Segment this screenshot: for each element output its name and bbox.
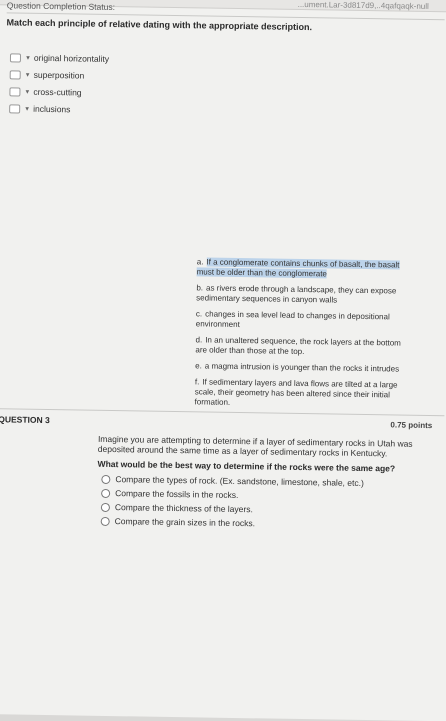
match-item-label: inclusions xyxy=(33,103,71,115)
question3-prompt: Imagine you are attempting to determine … xyxy=(97,433,413,459)
match-select[interactable] xyxy=(9,104,21,114)
answer-c: c. changes in sea level lead to changes i… xyxy=(195,309,390,330)
match-select[interactable] xyxy=(9,70,21,80)
answer-d: d. In an unaltered sequence, the rock lay… xyxy=(195,335,401,357)
answer-list: a. If a conglomerate contains chunks of b… xyxy=(194,257,406,416)
option-grain-size[interactable]: Compare the grain sizes in the rocks. xyxy=(100,516,255,529)
radio-button[interactable] xyxy=(100,503,110,513)
points-label: 0.75 points xyxy=(390,420,433,431)
radio-button[interactable] xyxy=(101,489,111,499)
url-fragment: ...ument.Lar-3d817d9,..4qafqaqk-null xyxy=(297,0,429,11)
question3-heading: QUESTION 3 xyxy=(0,414,50,426)
question3-ask: What would be the best way to determine … xyxy=(97,458,396,474)
match-select[interactable] xyxy=(9,53,22,63)
option-rock-types[interactable]: Compare the types of rock. (Ex. sandston… xyxy=(101,474,364,488)
match-select[interactable] xyxy=(9,87,21,97)
completion-status: Question Completion Status: xyxy=(6,0,116,13)
match-item-label: superposition xyxy=(33,69,85,81)
option-fossils[interactable]: Compare the fossils in the rocks. xyxy=(101,488,239,500)
answer-a: a. If a conglomerate contains chunks of b… xyxy=(196,257,400,279)
answer-b: b. as rivers erode through a landscape, t… xyxy=(196,283,397,305)
radio-button[interactable] xyxy=(101,475,111,485)
match-item-superposition[interactable]: ▼ superposition xyxy=(9,69,85,81)
question-title: Match each principle of relative dating … xyxy=(6,17,313,33)
chevron-down-icon: ▼ xyxy=(24,55,31,62)
match-item-inclusions[interactable]: ▼ inclusions xyxy=(9,103,71,115)
page-sheet: ...ument.Lar-3d817d9,..4qafqaqk-null Que… xyxy=(0,0,446,721)
answer-f: f. If sedimentary layers and lava flows a… xyxy=(194,377,398,407)
chevron-down-icon: ▼ xyxy=(24,89,31,96)
radio-button[interactable] xyxy=(100,517,110,527)
answer-e: e. a magma intrusion is younger than the … xyxy=(195,361,400,374)
option-thickness[interactable]: Compare the thickness of the layers. xyxy=(100,502,253,515)
match-item-original-horizontality[interactable]: ▼ original horizontality xyxy=(9,52,110,64)
chevron-down-icon: ▼ xyxy=(24,72,31,79)
match-item-label: cross-cutting xyxy=(33,86,82,98)
match-item-label: original horizontality xyxy=(33,52,110,64)
chevron-down-icon: ▼ xyxy=(24,106,31,113)
match-item-cross-cutting[interactable]: ▼ cross-cutting xyxy=(9,86,82,98)
